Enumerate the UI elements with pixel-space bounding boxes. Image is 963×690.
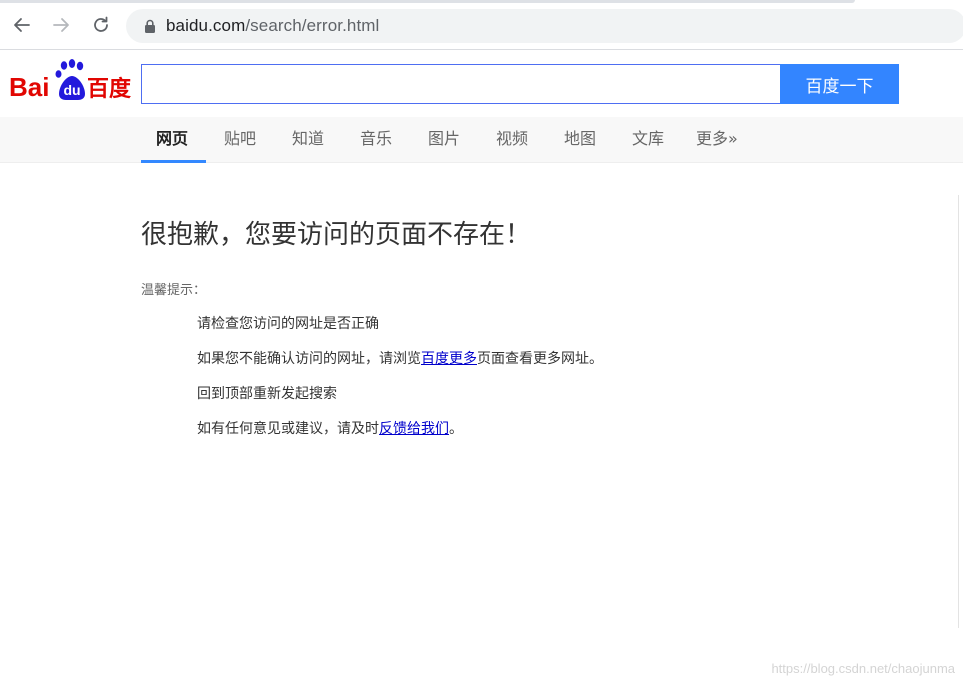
baidu-logo[interactable]: Bai du 百度 [9, 58, 134, 104]
url-host: baidu.com [166, 16, 246, 35]
tab-tieba[interactable]: 贴吧 [224, 117, 256, 163]
logo-paw-text: du [63, 82, 80, 98]
logo-text-bai: Bai [9, 72, 49, 102]
tip-search-again: 回到顶部重新发起搜索 [197, 382, 603, 417]
tab-more[interactable]: 更多» [696, 117, 738, 163]
tip-browse-more: 如果您不能确认访问的网址，请浏览百度更多页面查看更多网址。 [197, 347, 603, 382]
tab-strip [0, 0, 855, 3]
url-path: /search/error.html [245, 16, 380, 35]
tip-check-url: 请检查您访问的网址是否正确 [197, 312, 603, 347]
tip-1-text: 请检查您访问的网址是否正确 [197, 316, 379, 332]
lock-icon [145, 19, 155, 33]
back-arrow-icon[interactable] [11, 14, 33, 36]
reload-icon[interactable] [90, 14, 112, 36]
tab-music[interactable]: 音乐 [360, 117, 392, 163]
search-button[interactable]: 百度一下 [780, 64, 899, 104]
tab-images[interactable]: 图片 [428, 117, 460, 163]
search-input[interactable] [141, 64, 781, 104]
forward-arrow-icon[interactable] [50, 14, 72, 36]
watermark: https://blog.csdn.net/chaojunma [771, 661, 955, 676]
tip-3-text: 回到顶部重新发起搜索 [197, 386, 337, 402]
tab-web[interactable]: 网页 [156, 117, 188, 163]
browser-toolbar: baidu.com/search/error.html [0, 0, 963, 50]
tip-2-before: 如果您不能确认访问的网址，请浏览 [197, 351, 421, 367]
address-url: baidu.com/search/error.html [166, 16, 379, 36]
logo-text-baidu: 百度 [87, 76, 132, 102]
tab-zhidao[interactable]: 知道 [292, 117, 324, 163]
active-tab-underline [141, 160, 206, 163]
tab-wenku[interactable]: 文库 [632, 117, 664, 163]
page-divider [958, 195, 959, 628]
tip-4-after: 。 [449, 421, 463, 437]
tab-map[interactable]: 地图 [564, 117, 596, 163]
tips-list: 请检查您访问的网址是否正确 如果您不能确认访问的网址，请浏览百度更多页面查看更多… [197, 312, 603, 452]
tab-video[interactable]: 视频 [496, 117, 528, 163]
category-nav: 网页 贴吧 知道 音乐 图片 视频 地图 文库 更多» [0, 117, 963, 163]
tip-feedback: 如有任何意见或建议，请及时反馈给我们。 [197, 417, 603, 452]
feedback-link[interactable]: 反馈给我们 [379, 421, 449, 437]
tip-2-after: 页面查看更多网址。 [477, 351, 603, 367]
tip-4-before: 如有任何意见或建议，请及时 [197, 421, 379, 437]
error-title: 很抱歉，您要访问的页面不存在！ [141, 220, 532, 250]
tips-label: 温馨提示： [141, 283, 207, 298]
address-bar[interactable]: baidu.com/search/error.html [126, 9, 963, 43]
paw-icon: du [55, 59, 85, 100]
baidu-more-link[interactable]: 百度更多 [421, 351, 477, 367]
